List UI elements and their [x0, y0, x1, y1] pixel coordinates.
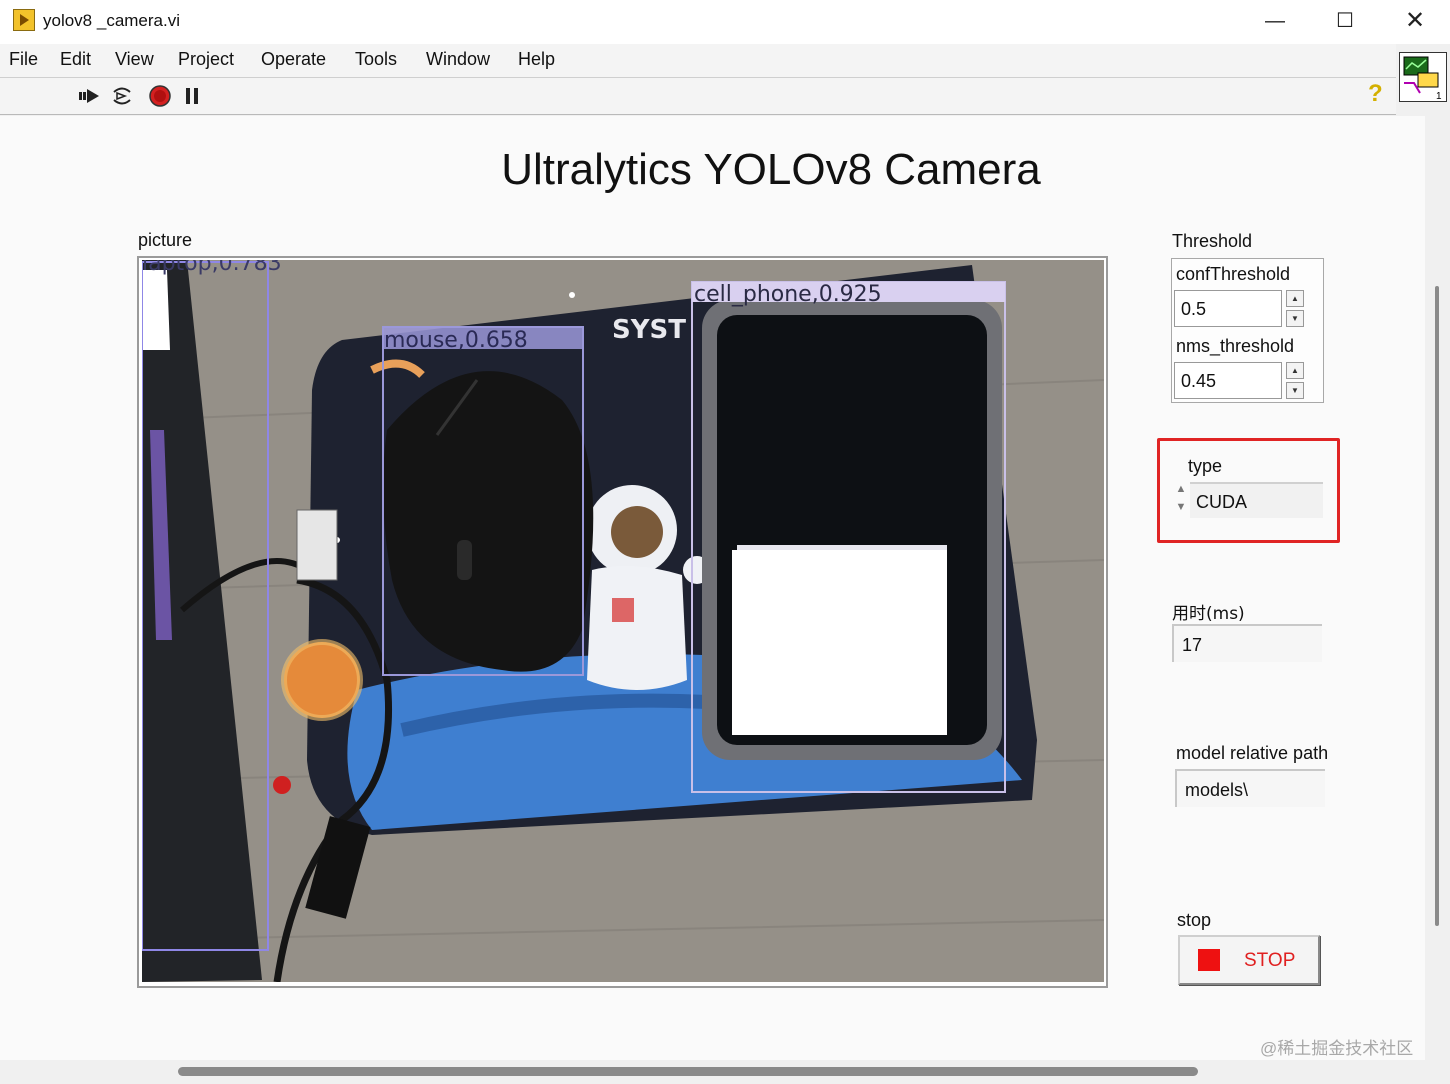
detection-label-laptop: laptop,0.783: [142, 260, 282, 276]
page-title: Ultralytics YOLOv8 Camera: [501, 145, 1041, 194]
vi-connector-icon: 1: [1399, 52, 1447, 102]
run-icon[interactable]: [77, 84, 103, 108]
context-help-icon[interactable]: ?: [1368, 80, 1383, 108]
svg-text:1: 1: [1436, 91, 1442, 101]
picture-label: picture: [138, 230, 193, 250]
horizontal-scrollbar[interactable]: [0, 1060, 1450, 1084]
menu-project[interactable]: Project: [178, 49, 234, 70]
watermark: @稀土掘金技术社区: [1260, 1039, 1414, 1058]
menu-view[interactable]: View: [115, 49, 154, 70]
nms-threshold-label: nms_threshold: [1176, 336, 1295, 356]
menu-file[interactable]: File: [9, 49, 38, 70]
window-title: yolov8 _camera.vi: [43, 11, 181, 30]
pause-icon[interactable]: [180, 84, 206, 108]
menu-help[interactable]: Help: [518, 49, 555, 70]
time-label: 用时(ms): [1172, 604, 1245, 624]
horizontal-scroll-thumb[interactable]: [178, 1067, 1198, 1076]
nms-threshold-decrement[interactable]: ▼: [1286, 382, 1304, 399]
type-label: type: [1188, 456, 1223, 476]
camera-image: SYST laptop,0.783 mouse,0.658 cell_phone…: [142, 260, 1104, 982]
model-path-label: model relative path: [1176, 743, 1329, 763]
menu-bar: File Edit View Project Operate Tools Win…: [0, 44, 1396, 78]
stop-button[interactable]: STOP: [1178, 935, 1320, 985]
detection-label-cell-phone: cell_phone,0.925: [694, 282, 882, 307]
stop-button-text: STOP: [1244, 950, 1296, 971]
menu-window[interactable]: Window: [426, 49, 490, 70]
vertical-scroll-thumb[interactable]: [1435, 286, 1439, 926]
threshold-label: Threshold: [1172, 231, 1253, 251]
detection-label-mouse: mouse,0.658: [384, 328, 528, 353]
type-ring-control[interactable]: CUDA: [1190, 482, 1323, 518]
tool-bar: ?: [0, 78, 1396, 115]
model-path-input[interactable]: models\: [1175, 769, 1325, 807]
close-button[interactable]: ✕: [1380, 0, 1450, 44]
run-continuously-icon[interactable]: [109, 84, 135, 108]
minimize-button[interactable]: —: [1240, 0, 1310, 44]
vertical-scrollbar[interactable]: [1425, 116, 1450, 1060]
type-ring-arrows-icon[interactable]: ▲ ▼: [1172, 480, 1190, 520]
stop-indicator-icon: [1198, 949, 1220, 971]
svg-text:SYST: SYST: [612, 315, 686, 345]
labview-vi-icon: [13, 9, 35, 31]
conf-threshold-increment[interactable]: ▲: [1286, 290, 1304, 307]
title-bar: yolov8 _camera.vi — ☐ ✕: [0, 0, 1450, 44]
nms-threshold-input[interactable]: 0.45: [1174, 362, 1282, 399]
menu-tools[interactable]: Tools: [355, 49, 397, 70]
conf-threshold-input[interactable]: 0.5: [1174, 290, 1282, 327]
nms-threshold-increment[interactable]: ▲: [1286, 362, 1304, 379]
picture-indicator: SYST laptop,0.783 mouse,0.658 cell_phone…: [137, 256, 1108, 988]
conf-threshold-label: confThreshold: [1176, 264, 1291, 284]
menu-operate[interactable]: Operate: [261, 49, 326, 70]
time-indicator: 17: [1172, 624, 1322, 662]
conf-threshold-decrement[interactable]: ▼: [1286, 310, 1304, 327]
maximize-button[interactable]: ☐: [1310, 0, 1380, 44]
stop-label: stop: [1177, 910, 1212, 930]
menu-edit[interactable]: Edit: [60, 49, 91, 70]
abort-icon[interactable]: [147, 84, 173, 108]
